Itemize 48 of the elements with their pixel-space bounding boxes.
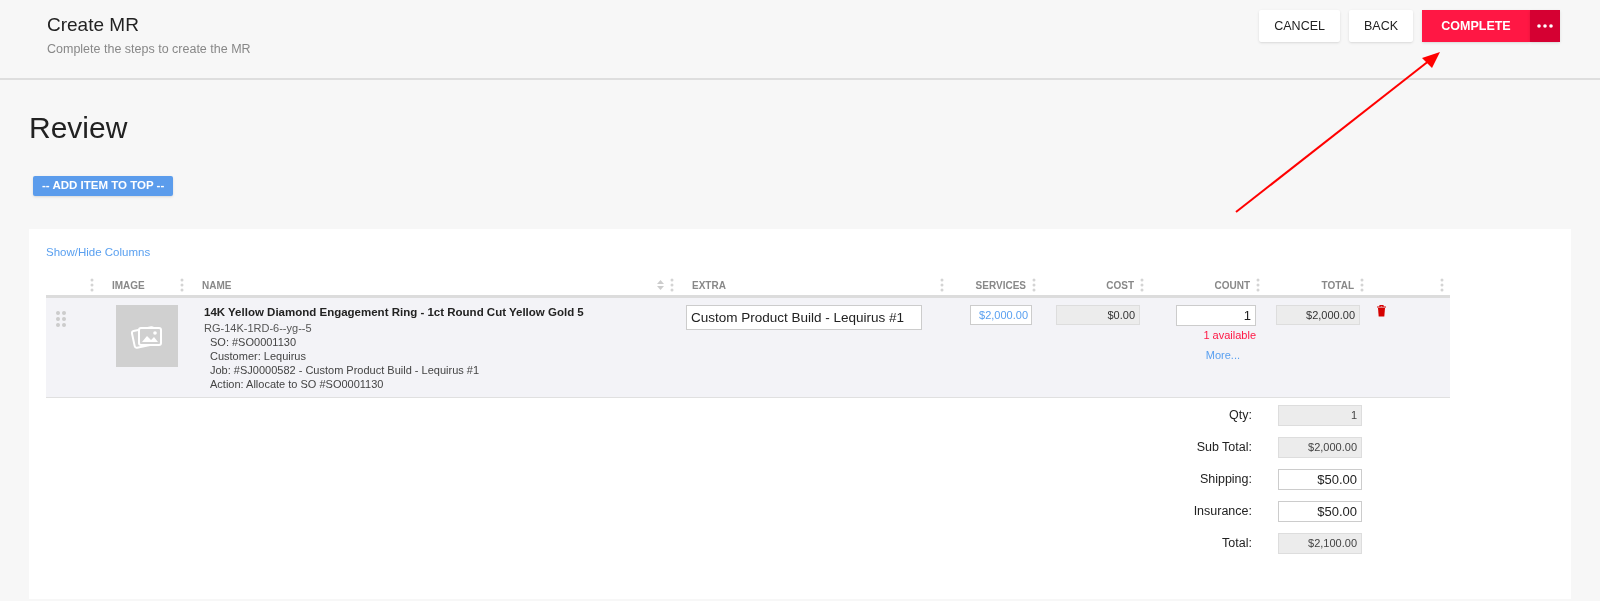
column-header: SERVICES [975,278,1026,293]
complete-button[interactable]: COMPLETE [1422,10,1530,42]
column-header: COST [1106,278,1134,293]
column-header: IMAGE [112,278,145,293]
column-handle-icon[interactable] [90,278,94,293]
header-button[interactable]: BACK [1348,10,1413,42]
page-title: Create MR [47,13,140,37]
summary-field[interactable]: $50.00 [1278,500,1362,522]
summary-field[interactable]: $50.00 [1278,468,1362,490]
column-handle-icon[interactable] [1140,278,1144,293]
column-handle-icon[interactable] [670,278,674,293]
column-header: NAME [202,278,232,293]
count-field[interactable]: 1 [1176,304,1256,326]
section-title: Review [29,110,128,146]
header-button[interactable]: CANCEL [1259,10,1340,42]
column-handle-icon[interactable] [1032,278,1036,293]
total-field[interactable]: $2,000.00 [1276,304,1360,325]
summary-label: Total: [1222,534,1252,552]
more-icon [1537,24,1553,28]
page-subtitle: Complete the steps to create the MR [47,41,251,58]
column-handle-icon[interactable] [1256,278,1260,293]
summary-field: 1 [1278,404,1362,426]
product-detail: SO: #SO0001130 [209,334,297,349]
column-handle-icon[interactable] [180,278,184,293]
more-options-button[interactable] [1530,10,1560,42]
availability-text: 1 available [1203,327,1256,343]
product-detail: Job: #SJ0000582 - Custom Product Build - Lequirus #1 [209,362,480,377]
product-sku: RG-14K-1RD-6--yg--5 [204,320,312,335]
drag-handle-icon[interactable] [56,310,66,327]
extra-field[interactable]: Custom Product Build - Lequirus #1 [686,304,922,330]
sort-icon[interactable] [657,280,664,291]
column-header: EXTRA [692,278,726,293]
summary-label: Insurance: [1193,502,1252,520]
summary-field: $2,000.00 [1278,436,1362,458]
cost-field[interactable]: $0.00 [1056,304,1140,325]
column-handle-icon[interactable] [1440,278,1444,293]
summary-label: Shipping: [1199,470,1252,488]
product-name: 14K Yellow Diamond Engagement Ring - 1ct Round Cut Yellow Gold 5 [204,304,584,319]
column-header: TOTAL [1321,278,1354,293]
delete-icon[interactable] [1376,304,1387,317]
product-detail: Customer: Lequirus [209,348,306,363]
summary-field: $2,100.00 [1278,532,1362,554]
product-detail: Action: Allocate to SO #SO0001130 [209,376,384,391]
column-handle-icon[interactable] [940,278,944,293]
column-handle-icon[interactable] [1360,278,1364,293]
column-header: COUNT [1214,278,1250,293]
summary-label: Sub Total: [1196,438,1252,456]
summary-label: Qty: [1229,406,1252,424]
